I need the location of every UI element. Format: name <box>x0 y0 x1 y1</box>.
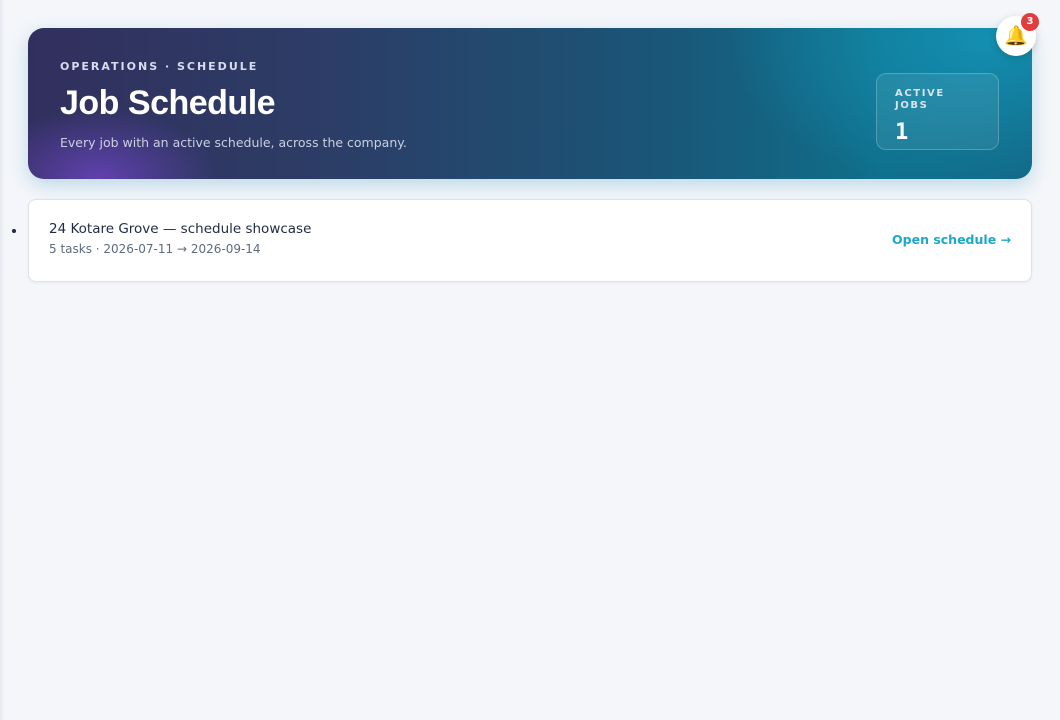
active-jobs-card: ACTIVE JOBS 1 <box>876 73 999 150</box>
list-bullet <box>12 229 16 233</box>
job-list: 24 Kotare Grove — schedule showcase 5 ta… <box>12 199 1032 282</box>
notification-count-badge: 3 <box>1021 13 1039 31</box>
active-jobs-label: ACTIVE JOBS <box>895 88 945 111</box>
page-subtitle: Every job with an active schedule, acros… <box>60 135 407 150</box>
breadcrumb: OPERATIONS · SCHEDULE <box>60 60 259 73</box>
page-title: Job Schedule <box>60 84 276 122</box>
page-header: OPERATIONS · SCHEDULE Job Schedule Every… <box>28 28 1032 179</box>
job-list-item: 24 Kotare Grove — schedule showcase 5 ta… <box>12 199 1032 282</box>
left-edge-shadow <box>0 0 5 720</box>
notifications-button[interactable]: 🔔 3 <box>996 13 1039 56</box>
job-title: 24 Kotare Grove — schedule showcase <box>49 221 312 237</box>
job-meta: 5 tasks · 2026-07-11 → 2026-09-14 <box>49 242 261 256</box>
open-schedule-link[interactable]: Open schedule → <box>892 232 1011 248</box>
active-jobs-count: 1 <box>895 120 909 145</box>
